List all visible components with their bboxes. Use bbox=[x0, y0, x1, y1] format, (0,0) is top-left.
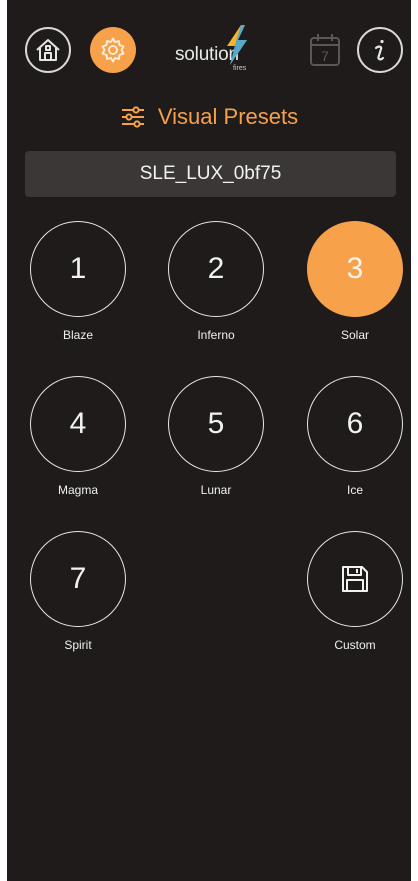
calendar-day: 7 bbox=[321, 48, 329, 64]
save-icon bbox=[342, 566, 368, 592]
preset-label: Blaze bbox=[62, 328, 94, 342]
device-name: SLE_LUX_0bf75 bbox=[139, 163, 282, 184]
preset-1[interactable]: 1 Blaze bbox=[28, 221, 128, 342]
logo-subtext: fires bbox=[233, 65, 247, 72]
gear-icon bbox=[101, 37, 125, 63]
preset-label: Ice bbox=[346, 483, 363, 497]
preset-button-active[interactable]: 3 bbox=[307, 221, 403, 317]
preset-button[interactable]: 4 bbox=[30, 376, 126, 472]
preset-button[interactable]: 5 bbox=[168, 376, 264, 472]
device-selector[interactable]: SLE_LUX_0bf75 bbox=[25, 151, 396, 197]
calendar-icon: 7 bbox=[310, 34, 340, 66]
preset-label: Magma bbox=[57, 483, 98, 497]
brand-logo: solution fires bbox=[167, 24, 267, 74]
sliders-icon bbox=[121, 106, 144, 128]
preset-label: Spirit bbox=[64, 638, 92, 652]
preset-button[interactable]: 2 bbox=[168, 221, 264, 317]
section-title: Visual Presets bbox=[157, 104, 299, 129]
preset-4[interactable]: 4 Magma bbox=[28, 376, 128, 497]
info-button[interactable] bbox=[357, 27, 403, 73]
preset-button[interactable]: 1 bbox=[30, 221, 126, 317]
preset-2[interactable]: 2 Inferno bbox=[166, 221, 266, 342]
preset-6[interactable]: 6 Ice bbox=[305, 376, 405, 497]
preset-label: Inferno bbox=[197, 328, 235, 342]
preset-3[interactable]: 3 Solar bbox=[305, 221, 405, 342]
bolt-icon bbox=[227, 25, 247, 65]
preset-7[interactable]: 7 Spirit bbox=[28, 531, 128, 652]
preset-label: Lunar bbox=[200, 483, 232, 497]
app-screen: solution fires 7 Visual Presets SLE_LUX_… bbox=[7, 0, 411, 881]
preset-5[interactable]: 5 Lunar bbox=[166, 376, 266, 497]
custom-preset[interactable]: Custom bbox=[305, 531, 405, 652]
calendar-button[interactable]: 7 bbox=[309, 33, 341, 67]
preset-button[interactable]: 7 bbox=[30, 531, 126, 627]
info-icon bbox=[374, 39, 385, 61]
custom-save-button[interactable] bbox=[307, 531, 403, 627]
preset-button[interactable]: 6 bbox=[307, 376, 403, 472]
home-icon bbox=[36, 39, 60, 61]
home-button[interactable] bbox=[25, 27, 71, 73]
preset-label: Custom bbox=[334, 638, 376, 652]
settings-button[interactable] bbox=[90, 27, 136, 73]
preset-label: Solar bbox=[340, 328, 369, 342]
section-header: Visual Presets bbox=[7, 104, 411, 130]
